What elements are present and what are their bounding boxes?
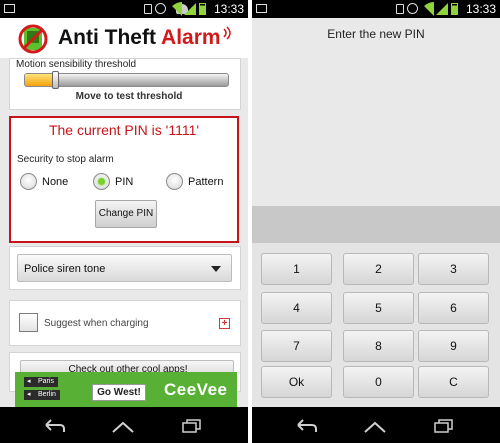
status-bar-right: 13:33 (252, 0, 500, 18)
key-1[interactable]: 1 (261, 253, 332, 285)
alarm-icon (407, 3, 418, 14)
radio-pin[interactable] (93, 173, 110, 190)
status-time: 13:33 (213, 2, 244, 16)
key-9[interactable]: 9 (418, 330, 489, 362)
radio-none[interactable] (20, 173, 37, 190)
wifi-icon (420, 2, 434, 16)
alarm-icon (155, 3, 166, 14)
security-label: Security to stop alarm (17, 154, 114, 165)
vibrate-icon (396, 4, 404, 14)
key-7[interactable]: 7 (261, 330, 332, 362)
motion-threshold-label: Motion sensibility threshold (16, 59, 137, 70)
ad-cta[interactable]: Go West! (92, 384, 146, 401)
signal-icon (436, 3, 448, 15)
pin-entry-field[interactable] (252, 206, 500, 243)
key-5[interactable]: 5 (343, 292, 414, 324)
back-icon[interactable] (44, 419, 66, 433)
navigation-bar-right (252, 407, 500, 443)
key-4[interactable]: 4 (261, 292, 332, 324)
image-icon (4, 4, 15, 13)
app-title: Anti Theft Alarm (58, 26, 221, 50)
slider-thumb[interactable] (52, 71, 59, 89)
battery-icon (451, 3, 458, 15)
key-ok[interactable]: Ok (261, 366, 332, 398)
key-8[interactable]: 8 (343, 330, 414, 362)
slider-caption: Move to test threshold (75, 91, 183, 102)
anti-theft-settings-screen: 13:33 Anti Theft Alarm Motion sensibilit… (0, 0, 248, 443)
motion-threshold-slider[interactable] (24, 71, 229, 89)
key-2[interactable]: 2 (343, 253, 414, 285)
recent-apps-icon[interactable] (182, 419, 201, 433)
change-pin-button[interactable]: Change PIN (95, 200, 157, 228)
key-6[interactable]: 6 (418, 292, 489, 324)
signal-icon (184, 3, 196, 15)
chevron-down-icon (211, 266, 221, 272)
radio-label-pin: PIN (115, 176, 134, 188)
alarm-tone-select[interactable]: Police siren tone (17, 254, 232, 282)
suggest-charging-checkbox[interactable] (19, 313, 38, 332)
recent-apps-icon[interactable] (434, 419, 453, 433)
image-icon (256, 4, 267, 13)
ad-brand-logo: CeeVee (164, 380, 228, 399)
ad-sign-paris: Paris (24, 377, 58, 387)
app-title-main: Anti Theft (58, 26, 156, 49)
alarm-waves-icon (223, 26, 231, 40)
ad-sign-berlin: Berlin (24, 390, 60, 400)
new-pin-prompt: Enter the new PIN (327, 27, 425, 41)
home-icon[interactable] (111, 421, 135, 433)
navigation-bar (0, 407, 248, 443)
suggest-charging-label: Suggest when charging (44, 318, 149, 329)
wifi-icon (168, 2, 182, 16)
app-title-accent: Alarm (161, 26, 221, 49)
radio-label-pattern: Pattern (188, 176, 224, 188)
status-bar: 13:33 (0, 0, 248, 18)
key-c[interactable]: C (418, 366, 489, 398)
status-time-right: 13:33 (465, 2, 496, 16)
plus-icon[interactable]: + (219, 318, 230, 329)
key-3[interactable]: 3 (418, 253, 489, 285)
back-icon[interactable] (296, 419, 318, 433)
battery-icon (199, 3, 206, 15)
radio-label-none: None (42, 176, 69, 188)
alarm-tone-selected: Police siren tone (24, 263, 106, 275)
app-logo-icon (18, 24, 48, 54)
key-0[interactable]: 0 (343, 366, 414, 398)
vibrate-icon (144, 4, 152, 14)
radio-pattern[interactable] (166, 173, 183, 190)
home-icon[interactable] (363, 421, 387, 433)
current-pin-title: The current PIN is '1111' (48, 122, 200, 138)
